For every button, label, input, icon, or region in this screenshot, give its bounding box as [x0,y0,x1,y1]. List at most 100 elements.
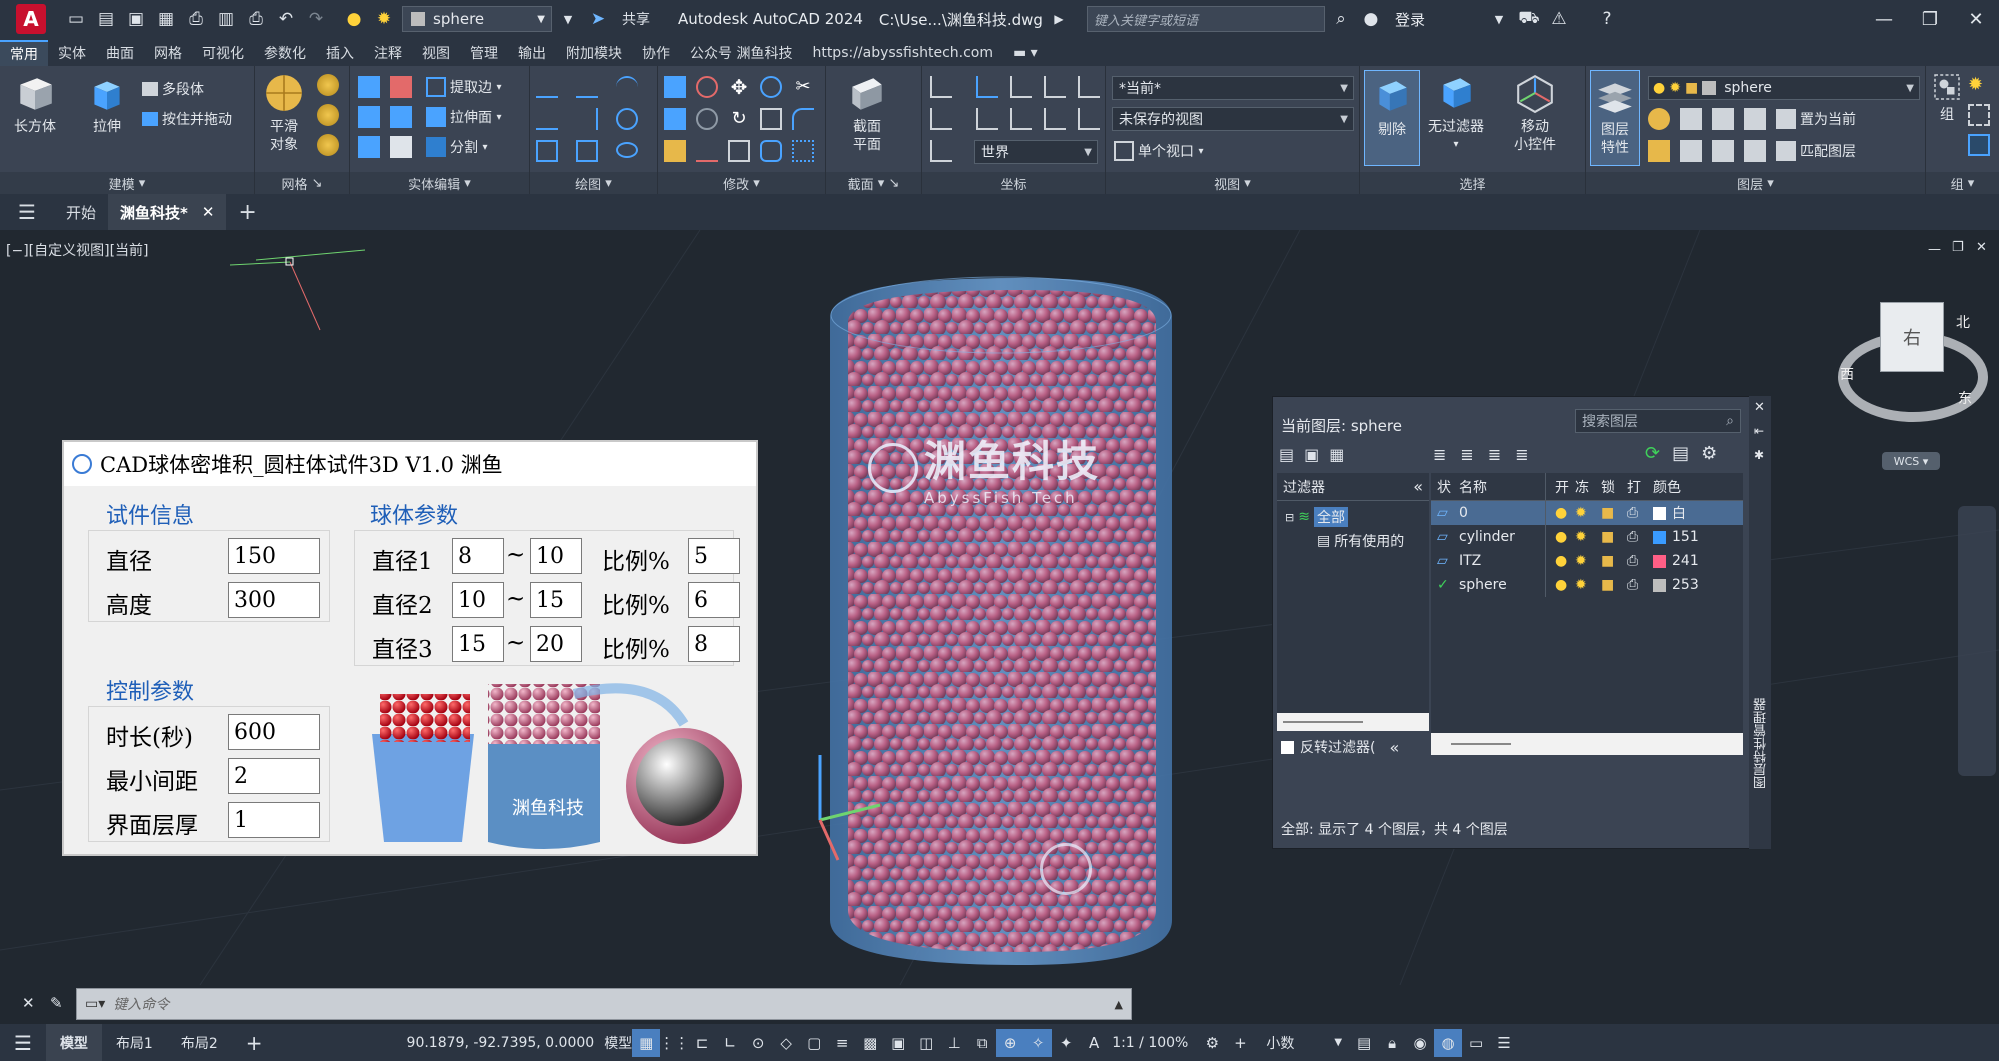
compass-north[interactable]: 北 [1956,312,1970,332]
bulb-icon[interactable]: ● [1549,553,1575,569]
slice-icon[interactable] [358,136,380,158]
printer-icon[interactable]: ⎙ [1627,529,1653,545]
ucs-origin-icon[interactable] [1010,76,1032,98]
layer-row[interactable]: ▱ ITZ ● ✹ ■ ⎙ 241 [1431,549,1743,573]
undo-icon[interactable]: ↶ [272,5,300,33]
unlock-icon[interactable]: ■ [1601,577,1627,593]
panel-group-title[interactable]: 组 ▾ [1926,172,1999,194]
coordinates-readout[interactable]: 90.1879, -92.7395, 0.0000 [407,1035,595,1051]
clean-screen-icon[interactable]: ▭ [1462,1029,1490,1057]
printer-icon[interactable]: ⎙ [1627,577,1653,593]
layer-settings-panel-icon[interactable]: ▤ [1672,443,1689,464]
make-current-button[interactable]: 置为当前 [1776,106,1856,132]
polyline-icon[interactable] [576,76,598,98]
move-gizmo-button[interactable]: 移动 小控件 [1514,72,1556,154]
layer-search-input[interactable]: 搜索图层 ⌕ [1575,409,1741,433]
new-vp-layer-icon[interactable]: ≣ [1460,445,1473,464]
model-space-toggle[interactable]: 模型 [604,1033,632,1053]
sphere-min-input[interactable]: 10 [452,582,504,618]
ribbon-tab[interactable]: 参数化 [254,40,316,66]
palette-autohide-icon[interactable]: ⇤ [1754,424,1764,438]
line-icon[interactable] [536,76,558,98]
gear-icon[interactable]: ⚙ [1701,443,1717,464]
ribbon-tab[interactable]: 实体 [48,40,96,66]
interfere-icon[interactable] [390,106,412,128]
sphere-max-input[interactable]: 20 [530,626,582,662]
publish-icon[interactable]: ▥ [212,5,240,33]
ribbon-tab[interactable]: 插入 [316,40,364,66]
layout-menu-icon[interactable]: ☰ [0,1024,46,1061]
login-button[interactable]: 登录 [1395,9,1425,30]
layer-color-name[interactable]: 白 [1672,503,1686,523]
ribbon-tab[interactable]: 公众号 渊鱼科技 [680,40,802,66]
culling-button[interactable]: 剔除 [1364,70,1420,166]
group-edit-icon[interactable] [1968,134,1990,156]
ribbon-tab[interactable]: 协作 [632,40,680,66]
isolate-objects-icon[interactable]: ◉ [1406,1029,1434,1057]
dynamic-ucs-icon[interactable]: ⊥ [940,1029,968,1057]
layer-color-name[interactable]: 241 [1672,553,1699,569]
color-swatch[interactable] [1653,578,1666,592]
mesh-refine-icon[interactable] [317,104,339,126]
new-file-icon[interactable]: ▭ [62,5,90,33]
unlock-icon[interactable]: ■ [1601,505,1627,521]
chevron-right-icon[interactable]: ▶ [1045,5,1073,33]
union-icon[interactable] [358,76,380,98]
ucs-y-icon[interactable] [1078,76,1100,98]
hamburger-menu-icon[interactable]: ☰ [0,194,54,230]
save-icon[interactable]: ▣ [122,5,150,33]
search-icon[interactable]: ⌕ [1726,413,1734,429]
ucs-face-icon[interactable] [1078,108,1100,130]
ribbon-tab[interactable]: https://abyssfishtech.com [802,40,1003,66]
quick-properties-icon[interactable]: ▤ [1350,1029,1378,1057]
ungroup-icon[interactable] [1968,104,1990,126]
command-input[interactable]: 键入命令 [113,994,169,1014]
layer-name[interactable]: sphere [1453,577,1545,593]
lock-ui-icon[interactable]: 🔒︎ [1378,1029,1406,1057]
cmd-recent-icon[interactable]: ▭▾ [85,996,105,1012]
layer-row[interactable]: ▱ 0 ● ✹ ■ ⎙ 白 [1431,501,1743,525]
ratio-input[interactable]: 5 [688,538,740,574]
print-icon[interactable]: ⎙ [242,5,270,33]
ucs-icon-props[interactable] [930,140,952,162]
color-swatch[interactable] [1653,506,1666,520]
diameter-input[interactable]: 150 [228,538,320,574]
layer-list-hscroll[interactable] [1431,733,1743,755]
ribbon-tab[interactable]: 网格 [144,40,192,66]
set-current-icon[interactable]: ≣ [1515,445,1528,464]
ribbon-tab[interactable]: 注释 [364,40,412,66]
panel-section-title[interactable]: 截面 ▾ ↘ [826,172,921,194]
polysolid-button[interactable]: 多段体 [142,76,204,102]
split-button[interactable]: 分割 ▾ [426,134,487,160]
cart-icon[interactable]: ⛟ [1515,5,1543,33]
copy-icon[interactable] [728,140,750,162]
selection-filter-icon[interactable]: ⧉ [968,1029,996,1057]
itz-input[interactable]: 1 [228,802,320,838]
palette-close-icon[interactable]: ✕ [1754,400,1765,415]
user-icon[interactable]: ● [1357,5,1385,33]
snap-icon[interactable]: ⋮⋮ [659,1029,689,1057]
ribbon-tab[interactable]: 视图 [412,40,460,66]
panel-layers-title[interactable]: 图层 ▾ [1586,172,1925,194]
ribbon-tab[interactable]: 附加模块 [556,40,632,66]
bulb-icon[interactable]: ● [1549,529,1575,545]
spline-icon[interactable] [536,108,558,130]
refresh-icon[interactable]: ⟳ [1645,443,1660,464]
hardware-accel-icon[interactable]: ◍ [1434,1028,1463,1057]
selection-cycling-icon[interactable]: ▣ [884,1029,912,1057]
extrude-faces-button[interactable]: 拉伸面 ▾ [426,104,501,130]
no-filter-button[interactable]: 无过滤器 ▾ [1428,72,1484,154]
thicken-icon[interactable] [390,136,412,158]
3dosnap-icon[interactable]: ◫ [912,1029,940,1057]
section-plane-button[interactable]: 截面 平面 [846,72,888,154]
col-plot[interactable]: 打 [1627,477,1653,497]
subtract-icon[interactable] [390,76,412,98]
search-input[interactable]: 键入关键字或短语 [1086,6,1325,32]
tree-collapse-icon[interactable]: ⊟ [1285,511,1294,524]
panel-view-title[interactable]: 视图 ▾ [1106,172,1359,194]
compass-west[interactable]: 西 [1840,364,1854,384]
scissors-icon[interactable]: ✂ [792,76,814,98]
stretch-icon[interactable] [664,108,686,130]
autodesk-icon[interactable]: ⚠ [1545,5,1573,33]
navigation-bar[interactable] [1958,506,1996,776]
